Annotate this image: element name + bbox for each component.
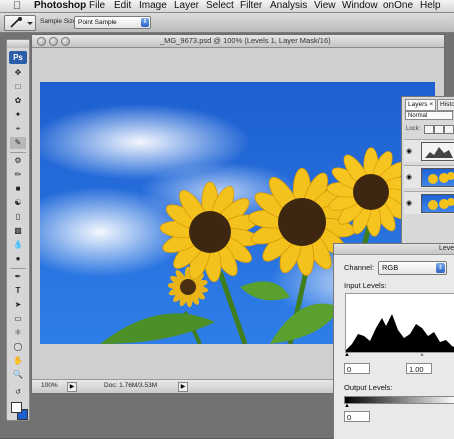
- chevron-updown-icon: ⇕: [436, 263, 445, 273]
- marquee-tool-icon[interactable]: □: [10, 81, 26, 93]
- 3d-camera-tool-icon[interactable]: ◯: [10, 341, 26, 353]
- app-name-menu[interactable]: Photoshop: [34, 0, 86, 12]
- channel-select[interactable]: RGB ⇕: [378, 261, 447, 275]
- status-menu-icon[interactable]: ▶: [178, 382, 188, 392]
- levels-title: Leve: [439, 245, 454, 252]
- menu-filter[interactable]: Filter: [240, 0, 262, 12]
- minimize-window-button[interactable]: [49, 37, 58, 46]
- eyedropper-tool-icon[interactable]: ✎: [10, 137, 26, 149]
- lock-pixels-icon[interactable]: [434, 125, 444, 134]
- eye-icon[interactable]: ◉: [406, 199, 412, 207]
- gradient-tool-icon[interactable]: ▩: [10, 225, 26, 237]
- chevron-updown-icon: ⇕: [141, 18, 149, 27]
- output-levels-label: Output Levels:: [344, 383, 393, 392]
- toolbox-divider: [10, 152, 26, 153]
- eraser-tool-icon[interactable]: ▯: [10, 211, 26, 223]
- pen-tool-icon[interactable]: ✒: [10, 271, 26, 283]
- menu-image[interactable]: Image: [139, 0, 167, 12]
- layer-row[interactable]: ◉: [404, 165, 454, 188]
- lock-transparency-icon[interactable]: [424, 125, 434, 134]
- status-options-icon[interactable]: ▶: [67, 382, 77, 392]
- input-black-slider-handle[interactable]: ▲: [344, 352, 350, 358]
- eyedropper-icon: [10, 17, 33, 28]
- brush-tool-icon[interactable]: ✏: [10, 169, 26, 181]
- shape-tool-icon[interactable]: ▭: [10, 313, 26, 325]
- history-brush-tool-icon[interactable]: ☯: [10, 197, 26, 209]
- tab-histogram[interactable]: Histo: [437, 99, 454, 111]
- foreground-color-swatch[interactable]: [11, 402, 22, 413]
- channel-value: RGB: [382, 263, 399, 272]
- dodge-tool-icon[interactable]: ●: [10, 253, 26, 265]
- levels-dialog: Leve Channel: RGB ⇕ Input Levels: ▲ ▲ 0 …: [333, 243, 454, 439]
- input-gamma-slider-handle[interactable]: ▲: [419, 352, 425, 358]
- document-title-bar[interactable]: _MG_9673.psd @ 100% (Levels 1, Layer Mas…: [32, 35, 444, 48]
- options-bar: Sample Size: Point Sample ⇕: [0, 13, 454, 33]
- crop-tool-icon[interactable]: ⌖: [10, 123, 26, 135]
- layer-row[interactable]: ◉: [404, 191, 454, 214]
- menu-layer[interactable]: Layer: [174, 0, 199, 12]
- tab-layers-label: Layers: [408, 101, 428, 108]
- menu-help[interactable]: Help: [420, 0, 441, 12]
- toolbox-grip[interactable]: [7, 40, 29, 48]
- close-tab-icon[interactable]: ×: [429, 101, 433, 108]
- lock-position-icon[interactable]: [444, 125, 454, 134]
- sample-size-label: Sample Size:: [40, 18, 79, 25]
- lock-label: Lock:: [406, 126, 421, 132]
- document-size: Doc: 1.76M/3.53M: [104, 382, 158, 389]
- type-tool-icon[interactable]: T: [10, 285, 26, 297]
- menu-bar:  Photoshop File Edit Image Layer Select…: [0, 0, 454, 13]
- close-window-button[interactable]: [37, 37, 46, 46]
- output-black-field[interactable]: 0: [344, 411, 370, 422]
- photoshop-logo[interactable]: Ps: [9, 51, 27, 64]
- blur-tool-icon[interactable]: 💧: [10, 239, 26, 251]
- lasso-tool-icon[interactable]: ✿: [10, 95, 26, 107]
- hand-tool-icon[interactable]: ✋: [10, 355, 26, 367]
- levels-title-bar[interactable]: Leve: [334, 244, 454, 255]
- zoom-level[interactable]: 100%: [41, 380, 58, 392]
- sample-size-value: Point Sample: [78, 19, 117, 26]
- input-gamma-field[interactable]: 1.00: [406, 363, 432, 374]
- output-black-slider-handle[interactable]: ▲: [344, 403, 350, 409]
- toolbox-divider: [10, 268, 26, 269]
- histogram: [345, 293, 454, 353]
- menu-onone[interactable]: onOne: [383, 0, 413, 12]
- channel-label: Channel:: [344, 263, 375, 272]
- layers-panel: Layers × Histo Normal Lock: ◉ ◉ ◉: [401, 96, 454, 248]
- blend-mode-select[interactable]: Normal: [405, 111, 453, 120]
- healing-brush-tool-icon[interactable]: ⚙: [10, 155, 26, 167]
- levels-adjustment-thumbnail: [421, 142, 454, 161]
- zoom-window-button[interactable]: [61, 37, 70, 46]
- menu-analysis[interactable]: Analysis: [270, 0, 307, 12]
- magic-wand-tool-icon[interactable]: ✦: [10, 109, 26, 121]
- move-tool-icon[interactable]: ✥: [10, 67, 26, 79]
- 3d-tool-icon[interactable]: ⚛: [10, 327, 26, 339]
- input-levels-label: Input Levels:: [344, 281, 387, 290]
- menu-edit[interactable]: Edit: [114, 0, 131, 12]
- document-title: _MG_9673.psd @ 100% (Levels 1, Layer Mas…: [160, 36, 331, 45]
- path-selection-tool-icon[interactable]: ➤: [10, 299, 26, 311]
- menu-select[interactable]: Select: [206, 0, 234, 12]
- toolbox: Ps ✥ □ ✿ ✦ ⌖ ✎ ⚙ ✏ ■ ☯ ▯ ▩ 💧 ● ✒ T ➤ ▭ ⚛…: [6, 39, 30, 421]
- layer-row[interactable]: ◉: [404, 139, 454, 162]
- tab-layers[interactable]: Layers ×: [405, 99, 437, 111]
- menu-view[interactable]: View: [314, 0, 336, 12]
- eye-icon[interactable]: ◉: [406, 147, 412, 155]
- menu-window[interactable]: Window: [342, 0, 378, 12]
- sample-size-select[interactable]: Point Sample ⇕: [74, 16, 151, 29]
- apple-icon[interactable]: : [13, 0, 21, 12]
- clone-stamp-tool-icon[interactable]: ■: [10, 183, 26, 195]
- menu-file[interactable]: File: [89, 0, 105, 12]
- layer-thumbnail: [421, 168, 454, 187]
- tool-preset-picker[interactable]: [4, 15, 36, 31]
- eye-icon[interactable]: ◉: [406, 173, 412, 181]
- output-gradient-bar: [344, 396, 454, 404]
- layer-thumbnail: [421, 194, 454, 213]
- input-black-field[interactable]: 0: [344, 363, 370, 374]
- swap-colors-icon[interactable]: ↺: [10, 387, 26, 399]
- zoom-tool-icon[interactable]: 🔍: [10, 369, 26, 381]
